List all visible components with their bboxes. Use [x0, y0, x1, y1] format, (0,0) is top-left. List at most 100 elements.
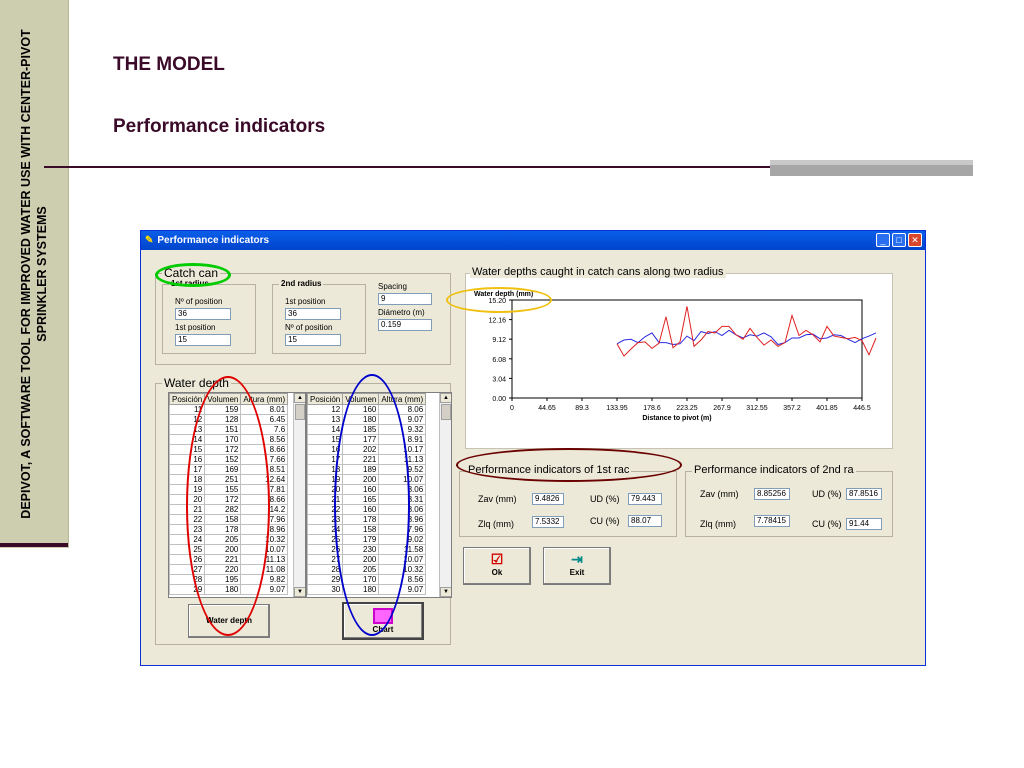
cu1-field[interactable]: 88.07	[628, 515, 662, 527]
ud2-field[interactable]: 87.8516	[846, 488, 882, 500]
table-row[interactable]: 27 200 10.07	[307, 554, 427, 565]
table-row[interactable]: 15 177 8.91	[307, 434, 427, 445]
zav1-field[interactable]: 9.4826	[532, 493, 564, 505]
cu2-field[interactable]: 91.44	[846, 518, 882, 530]
x-tick-label: 44.65	[538, 405, 556, 412]
table-row[interactable]: 16 202 10.17	[307, 444, 427, 455]
first-radius-group: 1st radius Nº of position 36 1st positio…	[162, 279, 256, 354]
x-tick-label: 89.3	[575, 405, 589, 412]
table-cell: 7.66	[240, 454, 289, 465]
zlq1-field[interactable]: 7.5332	[532, 516, 564, 528]
table-row[interactable]: 24 158 7.96	[307, 524, 427, 535]
second-radius-npos-field[interactable]: 15	[285, 334, 341, 346]
table-row[interactable]: 29 180 9.07	[169, 584, 289, 595]
table-cell: 172	[204, 494, 242, 505]
table-row[interactable]: 22 160 8.06	[307, 504, 427, 515]
table-cell: 10.07	[378, 554, 427, 565]
table-cell: 160	[342, 404, 380, 415]
table-cell: 8.06	[378, 504, 427, 515]
table-row[interactable]: 21 165 8.31	[307, 494, 427, 505]
table-cell: 21	[169, 504, 206, 515]
table-row[interactable]: 23 178 8.96	[169, 524, 289, 535]
table-row[interactable]: 14 185 9.32	[307, 424, 427, 435]
minimize-button[interactable]: _	[876, 233, 890, 247]
table-row[interactable]: 12 160 8.06	[307, 404, 427, 415]
first-radius-firstpos-field[interactable]: 15	[175, 334, 231, 346]
table-cell: 9.52	[378, 464, 427, 475]
table2-scroll-down-icon[interactable]: ▼	[440, 587, 451, 597]
table-row[interactable]: 19 200 10.07	[307, 474, 427, 485]
first-radius-npos-field[interactable]: 36	[175, 308, 231, 320]
table-cell: 23	[307, 514, 344, 525]
performance-2nd-legend: Performance indicators of 2nd ra	[692, 464, 856, 476]
table-row[interactable]: 28 205 10.32	[307, 564, 427, 575]
zav2-field[interactable]: 8.85256	[754, 488, 790, 500]
table2-col-height: Altura (mm)	[378, 393, 427, 405]
y-tick-label: 6.08	[492, 357, 506, 364]
table-cell: 8.66	[240, 444, 289, 455]
table-row[interactable]: 24 205 10.32	[169, 534, 289, 545]
table2-scroll-thumb[interactable]	[441, 404, 451, 420]
close-button[interactable]: ✕	[908, 233, 922, 247]
table-row[interactable]: 25 179 9.02	[307, 534, 427, 545]
table1-col-volume: Volumen	[204, 393, 242, 405]
water-depth-table-1[interactable]: Posición Volumen Altura (mm) 11 159 8.01 12…	[168, 392, 306, 598]
table-row[interactable]: 18 189 9.52	[307, 464, 427, 475]
table1-body: 11 159 8.01 12 128 6.45 13 151 7.6 14 170 8.56 15 172…	[169, 404, 289, 595]
water-depth-button[interactable]: Water depth	[188, 604, 270, 638]
performance-1st-legend: Performance indicators of 1st rac	[466, 464, 632, 476]
table-row[interactable]: 13 180 9.07	[307, 414, 427, 425]
table-row[interactable]: 13 151 7.6	[169, 424, 289, 435]
exit-button[interactable]: ⇥ Exit	[543, 547, 611, 585]
water-depth-table-2[interactable]: Posición Volumen Altura (mm) 12 160 8.06 13…	[306, 392, 452, 598]
table-row[interactable]: 23 178 8.96	[307, 514, 427, 525]
second-radius-firstpos-field[interactable]: 36	[285, 308, 341, 320]
ok-button[interactable]: ☑ Ok	[463, 547, 531, 585]
table-row[interactable]: 15 172 8.66	[169, 444, 289, 455]
spacing-field[interactable]: 9	[378, 293, 432, 305]
second-radius-npos-label: Nº of position	[285, 323, 333, 332]
table-row[interactable]: 26 221 11.13	[169, 554, 289, 565]
table1-scroll-up-icon[interactable]: ▲	[294, 393, 305, 403]
table-cell: 15	[169, 444, 206, 455]
table-cell: 15	[307, 434, 344, 445]
ud1-field[interactable]: 79.443	[628, 493, 662, 505]
table-cell: 17	[169, 464, 206, 475]
table-row[interactable]: 26 230 11.58	[307, 544, 427, 555]
table-row[interactable]: 18 251 12.64	[169, 474, 289, 485]
table1-scrollbar[interactable]: ▲ ▼	[293, 393, 305, 597]
table-row[interactable]: 20 160 8.06	[307, 484, 427, 495]
table1-scroll-down-icon[interactable]: ▼	[294, 587, 305, 597]
table-cell: 20	[169, 494, 206, 505]
table2-scrollbar[interactable]: ▲ ▼	[439, 393, 451, 597]
zlq2-field[interactable]: 7.78415	[754, 515, 790, 527]
diameter-field[interactable]: 0.159	[378, 319, 432, 331]
table-cell: 8.56	[378, 574, 427, 585]
table-row[interactable]: 29 170 8.56	[307, 574, 427, 585]
table-row[interactable]: 28 195 9.82	[169, 574, 289, 585]
table-cell: 230	[342, 544, 380, 555]
table-cell: 220	[204, 564, 242, 575]
table-row[interactable]: 17 169 8.51	[169, 464, 289, 475]
table-row[interactable]: 14 170 8.56	[169, 434, 289, 445]
table-row[interactable]: 12 128 6.45	[169, 414, 289, 425]
table-cell: 8.56	[240, 434, 289, 445]
table-row[interactable]: 11 159 8.01	[169, 404, 289, 415]
table-row[interactable]: 17 221 11.13	[307, 454, 427, 465]
table-row[interactable]: 27 220 11.08	[169, 564, 289, 575]
table-row[interactable]: 22 158 7.96	[169, 514, 289, 525]
table1-scroll-thumb[interactable]	[295, 404, 305, 420]
table-row[interactable]: 19 155 7.81	[169, 484, 289, 495]
chart-button[interactable]: Chart	[342, 602, 424, 640]
window-titlebar[interactable]: ✎ Performance indicators	[141, 231, 925, 250]
table-row[interactable]: 20 172 8.66	[169, 494, 289, 505]
cu1-label: CU (%)	[590, 516, 620, 526]
table-row[interactable]: 30 180 9.07	[307, 584, 427, 595]
table-row[interactable]: 25 200 10.07	[169, 544, 289, 555]
table-cell: 221	[342, 454, 380, 465]
table2-scroll-up-icon[interactable]: ▲	[440, 393, 451, 403]
maximize-button[interactable]: □	[892, 233, 906, 247]
table-row[interactable]: 21 282 14.2	[169, 504, 289, 515]
table-cell: 200	[204, 544, 242, 555]
table-row[interactable]: 16 152 7.66	[169, 454, 289, 465]
